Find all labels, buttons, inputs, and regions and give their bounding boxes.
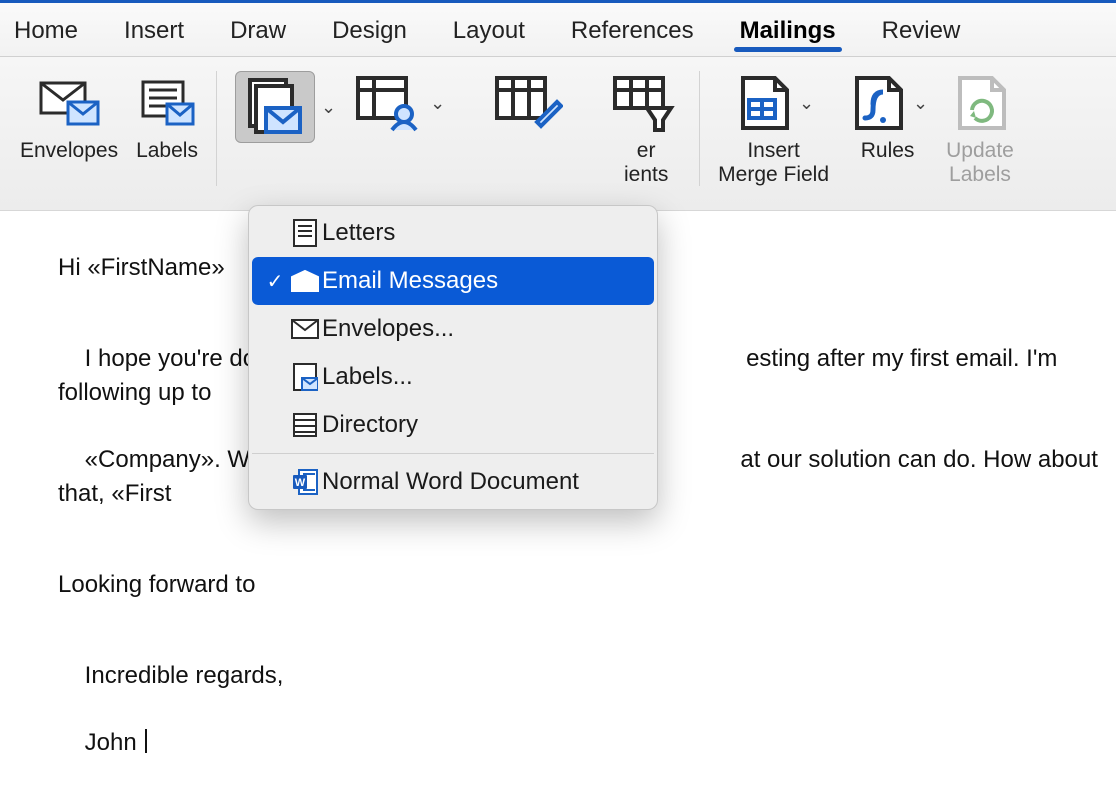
insert-merge-field-icon [735,74,791,132]
filter-recipients-button[interactable]: erients [605,67,687,187]
tab-label: Insert [124,17,184,44]
rules-button[interactable]: ⌄ Rules [841,67,934,163]
button-label: Rules [861,139,915,163]
envelopes-icon [38,78,100,128]
insert-merge-field-button[interactable]: ⌄ Insert Merge Field [712,67,835,187]
label-sheet-icon [288,362,322,392]
tab-label: Review [882,17,961,44]
tab-references[interactable]: References [565,9,700,51]
menu-item-label: Letters [322,219,395,247]
menu-item-label: Normal Word Document [322,468,579,496]
tab-label: References [571,17,694,44]
tab-label: Draw [230,17,286,44]
button-label: erients [624,139,668,187]
update-labels-button: Update Labels [940,67,1020,187]
ribbon: Envelopes Labels [0,57,1116,211]
menu-item-labels[interactable]: Labels... [252,353,654,401]
labels-icon [139,78,195,128]
edit-recipient-list-icon [493,74,563,132]
rules-icon [849,74,905,132]
edit-recipient-list-button[interactable] [487,67,569,139]
tab-label: Home [14,17,78,44]
letters-icon [288,218,322,248]
tab-insert[interactable]: Insert [118,9,190,51]
chevron-down-icon: ⌄ [430,93,445,114]
chevron-down-icon: ⌄ [321,97,336,118]
doc-signoff: Incredible regards, John [58,625,1116,793]
ribbon-separator [216,71,217,186]
button-label: Insert Merge Field [718,139,829,187]
svg-text:W: W [295,477,306,489]
directory-icon [288,412,322,438]
envelope-icon [288,318,322,340]
tab-home[interactable]: Home [8,9,84,51]
start-mail-merge-menu: Letters ✓ Email Messages Envelopes... La… [248,205,658,510]
button-label: Envelopes [20,139,118,163]
tab-design[interactable]: Design [326,9,413,51]
envelopes-button[interactable]: Envelopes [14,67,124,163]
menu-item-label: Directory [322,411,418,439]
menu-item-normal-word-document[interactable]: W Normal Word Document [252,458,654,506]
chevron-down-icon: ⌄ [799,93,814,114]
checkmark-icon: ✓ [262,269,288,294]
menu-item-letters[interactable]: Letters [252,209,654,257]
menu-item-envelopes[interactable]: Envelopes... [252,305,654,353]
labels-button[interactable]: Labels [130,67,204,163]
tab-label: Design [332,17,407,44]
doc-line: Looking forward to [58,568,1116,602]
update-labels-icon [952,74,1008,132]
ribbon-separator [699,71,700,186]
chevron-down-icon: ⌄ [913,93,928,114]
menu-item-label: Envelopes... [322,315,454,343]
tab-label: Layout [453,17,525,44]
tab-mailings[interactable]: Mailings [734,9,842,51]
button-label: Update Labels [946,139,1014,187]
menu-item-directory[interactable]: Directory [252,401,654,449]
tab-review[interactable]: Review [876,9,967,51]
text-caret [145,729,147,753]
word-document-icon: W [288,468,322,496]
select-recipients-icon [354,74,424,132]
filter-recipients-icon [611,74,681,132]
tab-layout[interactable]: Layout [447,9,531,51]
menu-item-label: Labels... [322,363,413,391]
menu-item-label: Email Messages [322,267,498,295]
ribbon-tabs: Home Insert Draw Design Layout Reference… [0,3,1116,57]
menu-item-email-messages[interactable]: ✓ Email Messages [252,257,654,305]
menu-divider [252,453,654,454]
tab-label: Mailings [740,17,836,44]
tab-draw[interactable]: Draw [224,9,292,51]
button-label: Labels [136,139,198,163]
start-mail-merge-icon [244,78,306,136]
select-recipients-button[interactable]: ⌄ [348,67,451,139]
start-mail-merge-button[interactable]: ⌄ [229,67,342,147]
email-icon [288,269,322,293]
